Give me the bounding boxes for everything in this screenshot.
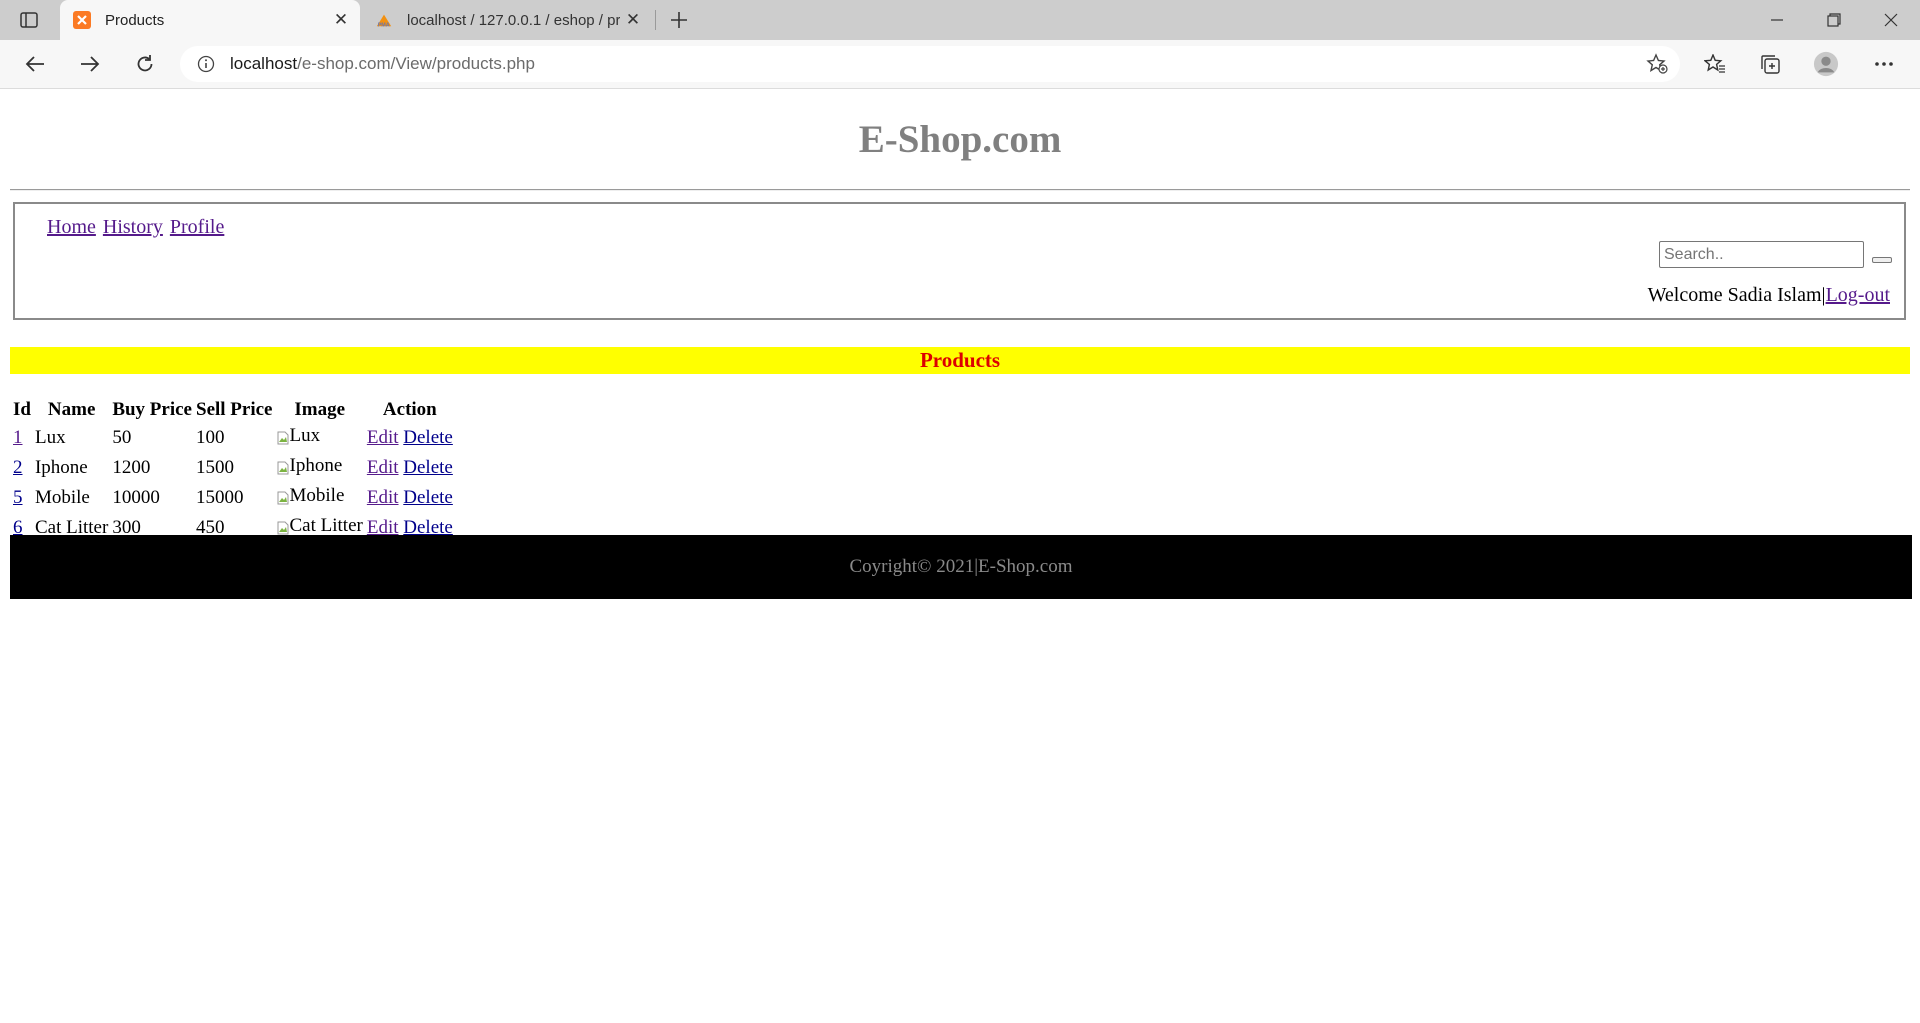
close-icon[interactable]: ✕: [620, 7, 646, 33]
image-alt-text: Mobile: [289, 485, 345, 506]
sell-price: 15000: [196, 487, 244, 508]
site-title: E-Shop.com: [858, 118, 1062, 161]
browser-toolbar: localhost/e-shop.com/View/products.php: [0, 40, 1920, 89]
image-alt-text: Cat Litter: [289, 515, 363, 536]
column-header-buy-price: Buy Price: [112, 399, 192, 420]
image-alt-text: Lux: [289, 425, 321, 446]
tab-actions-icon[interactable]: [18, 9, 40, 31]
product-id-link[interactable]: 1: [13, 427, 23, 448]
product-name: Iphone: [34, 457, 88, 478]
product-id-link[interactable]: 5: [13, 487, 23, 508]
edit-link[interactable]: Edit: [367, 457, 399, 478]
tab-divider: [655, 10, 656, 30]
buy-price: 50: [112, 427, 132, 448]
close-icon[interactable]: ✕: [328, 7, 354, 33]
product-image: Iphone: [277, 455, 343, 477]
product-image: Mobile: [277, 485, 345, 507]
delete-link[interactable]: Delete: [403, 487, 453, 508]
product-image: Cat Litter: [277, 515, 363, 537]
edit-link[interactable]: Edit: [367, 487, 399, 508]
nav-link-home[interactable]: Home: [47, 216, 96, 238]
nav-links: Home History Profile: [47, 216, 226, 239]
nav-box: Home History Profile Welcome Sadia Islam…: [13, 202, 1906, 320]
sell-price: 1500: [196, 457, 234, 478]
phpmyadmin-icon: PMA: [375, 11, 393, 29]
new-tab-icon[interactable]: [666, 7, 692, 33]
edit-link[interactable]: Edit: [367, 427, 399, 448]
product-name: Lux: [34, 427, 66, 448]
table-row: 2 Iphone 1200 1500 Iphone Edit Delete: [12, 454, 454, 482]
broken-image-icon: [277, 429, 289, 445]
svg-text:PMA: PMA: [378, 22, 390, 28]
column-header-sell-price: Sell Price: [196, 399, 273, 420]
welcome-area: Welcome Sadia Islam|Log-out: [1648, 284, 1890, 307]
add-favorite-icon[interactable]: [1646, 53, 1668, 75]
column-header-name: Name: [47, 399, 96, 420]
url-path: /e-shop.com/View/products.php: [297, 54, 535, 73]
address-bar[interactable]: localhost/e-shop.com/View/products.php: [180, 46, 1680, 82]
more-options-icon[interactable]: [1871, 51, 1897, 77]
header-divider: [10, 189, 1910, 191]
search-input[interactable]: [1659, 241, 1864, 268]
image-alt-text: Iphone: [289, 455, 343, 476]
product-id-link[interactable]: 2: [13, 457, 23, 478]
table-header-row: Id Name Buy Price Sell Price Image Actio…: [12, 398, 454, 422]
refresh-icon[interactable]: [130, 49, 160, 79]
nav-link-history[interactable]: History: [103, 216, 163, 238]
broken-image-icon: [277, 489, 289, 505]
search-button[interactable]: [1872, 257, 1892, 263]
table-row: 5 Mobile 10000 15000 Mobile Edit Delete: [12, 484, 454, 512]
products-heading: Products: [10, 347, 1910, 374]
footer: Coyright© 2021|E-Shop.com: [10, 535, 1912, 599]
column-header-id: Id: [13, 399, 31, 420]
tab-phpmyadmin[interactable]: PMA localhost / 127.0.0.1 / eshop / pr ✕: [362, 0, 652, 40]
product-name: Mobile: [34, 487, 90, 508]
tab-title: localhost / 127.0.0.1 / eshop / pr: [407, 11, 620, 29]
browser-tab-strip: Products ✕ PMA localhost / 127.0.0.1 / e…: [0, 0, 1920, 40]
tab-products[interactable]: Products ✕: [60, 0, 360, 40]
url-host: localhost: [230, 54, 298, 73]
favorites-icon[interactable]: [1702, 51, 1728, 77]
minimize-icon[interactable]: [1752, 0, 1802, 40]
buy-price: 10000: [112, 487, 160, 508]
column-header-image: Image: [294, 399, 345, 420]
profile-avatar-icon[interactable]: [1813, 51, 1839, 77]
tab-title: Products: [105, 11, 165, 29]
buy-price: 1200: [112, 457, 151, 478]
delete-link[interactable]: Delete: [403, 457, 453, 478]
table-row: 1 Lux 50 100 Lux Edit Delete: [12, 424, 454, 452]
welcome-text: Welcome Sadia Islam: [1647, 284, 1822, 306]
delete-link[interactable]: Delete: [403, 427, 453, 448]
logout-link[interactable]: Log-out: [1826, 284, 1890, 306]
forward-icon[interactable]: [75, 49, 105, 79]
nav-link-profile[interactable]: Profile: [170, 216, 224, 238]
xampp-icon: [73, 11, 91, 29]
broken-image-icon: [277, 519, 289, 535]
restore-icon[interactable]: [1809, 0, 1859, 40]
product-image: Lux: [277, 425, 321, 447]
collections-icon[interactable]: [1757, 51, 1783, 77]
close-window-icon[interactable]: [1866, 0, 1916, 40]
column-header-action: Action: [382, 399, 437, 420]
broken-image-icon: [277, 459, 289, 475]
back-icon[interactable]: [20, 49, 50, 79]
products-table: Id Name Buy Price Sell Price Image Actio…: [10, 396, 456, 544]
site-info-icon[interactable]: [196, 54, 216, 74]
sell-price: 100: [196, 427, 225, 448]
